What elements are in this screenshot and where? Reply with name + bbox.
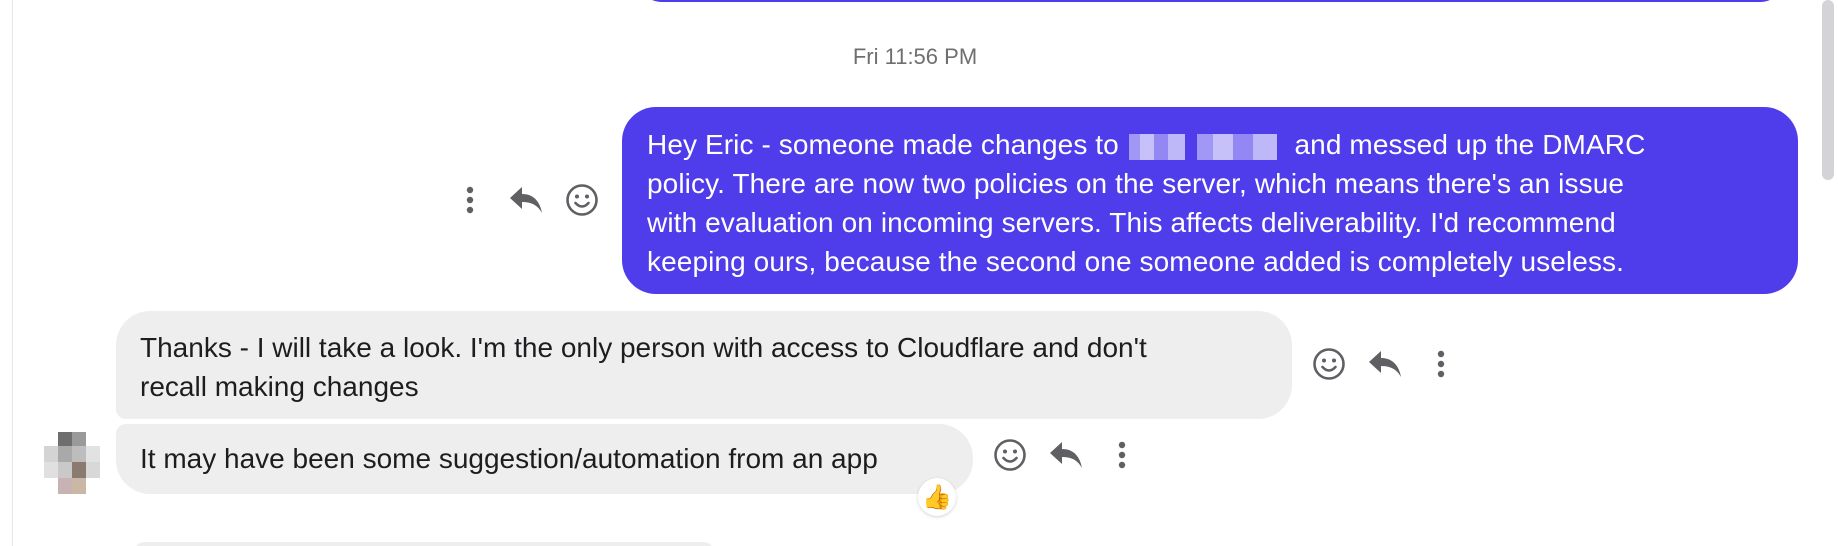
previous-outgoing-bubble[interactable] [636,0,1786,2]
incoming-message-line: recall making changes [140,371,419,402]
outgoing-message-line: policy. There are now two policies on th… [647,168,1625,199]
incoming-message-bubble[interactable]: It may have been some suggestion/automat… [116,424,973,494]
message-thread: Fri 11:56 PM Hey Eric - someone made cha… [0,0,1838,546]
outgoing-message-line: keeping ours, because the second one som… [647,246,1625,277]
thumbs-up-icon: 👍 [922,483,952,511]
avatar[interactable] [42,432,100,496]
emoji-smile-icon[interactable] [992,437,1028,473]
thread-left-border [12,0,13,546]
incoming-message-actions [1311,346,1459,382]
reply-icon[interactable] [1367,346,1403,382]
emoji-smile-icon[interactable] [564,182,600,218]
outgoing-text: Hey Eric - someone made changes to [647,129,1127,160]
outgoing-message-actions [452,182,600,218]
more-vertical-icon[interactable] [1104,437,1140,473]
outgoing-message-line: with evaluation on incoming servers. Thi… [647,207,1616,238]
outgoing-message-bubble[interactable]: Hey Eric - someone made changes to and m… [622,107,1798,294]
redacted-text [1196,133,1277,160]
incoming-message-actions [992,437,1140,473]
scrollbar[interactable] [1820,0,1838,546]
emoji-smile-icon[interactable] [1311,346,1347,382]
incoming-message-line: It may have been some suggestion/automat… [140,443,878,474]
more-vertical-icon[interactable] [1423,346,1459,382]
more-vertical-icon[interactable] [452,182,488,218]
next-incoming-bubble[interactable] [134,542,714,546]
thumbs-up-reaction[interactable]: 👍 [918,478,956,516]
scrollbar-thumb[interactable] [1822,0,1834,180]
redacted-text [1128,133,1185,160]
reply-icon[interactable] [508,182,544,218]
message-timestamp: Fri 11:56 PM [852,44,978,69]
incoming-message-bubble[interactable]: Thanks - I will take a look. I'm the onl… [116,311,1292,419]
outgoing-message-line: Hey Eric - someone made changes to and m… [647,125,1774,164]
outgoing-text: and messed up the DMARC [1278,129,1646,160]
reply-icon[interactable] [1048,437,1084,473]
incoming-message-line: Thanks - I will take a look. I'm the onl… [140,332,1147,363]
